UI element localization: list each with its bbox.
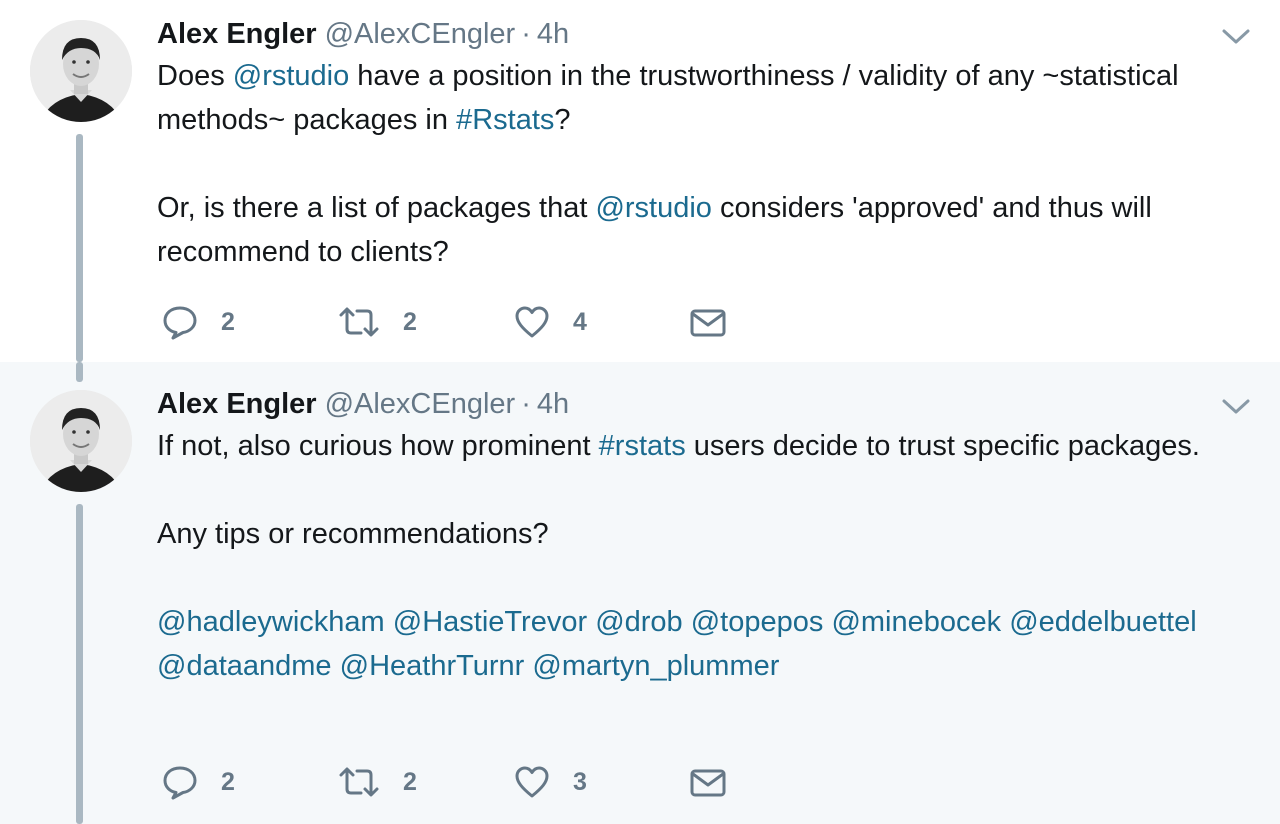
envelope-icon (689, 303, 727, 341)
reply-button[interactable]: 2 (161, 762, 337, 802)
author-name[interactable]: Alex Engler (157, 18, 317, 51)
tweet-paragraph: Does @rstudio have a position in the tru… (157, 54, 1252, 142)
tweet-paragraph: Any tips or recommendations? (157, 512, 1252, 556)
mention-link[interactable]: @drob (595, 606, 682, 638)
author-name[interactable]: Alex Engler (157, 388, 317, 421)
direct-message-button[interactable] (689, 302, 865, 342)
tweet-text: If not, also curious how prominent #rsta… (157, 424, 1252, 688)
heart-icon (513, 303, 551, 341)
retweet-count: 2 (403, 307, 417, 336)
envelope-icon (689, 763, 727, 801)
heart-icon (513, 763, 551, 801)
text-segment: users decide to trust specific packages. (685, 430, 1200, 462)
mention-link[interactable]: @minebocek (831, 606, 1001, 638)
hashtag-link[interactable]: #rstats (599, 430, 686, 462)
text-segment (385, 606, 393, 638)
tweet-text: Does @rstudio have a position in the tru… (157, 54, 1252, 274)
mention-link[interactable]: @HeathrTurnr (340, 650, 525, 682)
text-segment: If not, also curious how prominent (157, 430, 599, 462)
author-handle[interactable]: @AlexCEngler (325, 388, 516, 421)
tweet-paragraph: @hadleywickham @HastieTrevor @drob @tope… (157, 600, 1252, 688)
text-segment (332, 650, 340, 682)
tweet-paragraph: Or, is there a list of packages that @rs… (157, 186, 1252, 274)
author-handle[interactable]: @AlexCEngler (325, 18, 516, 51)
text-segment: Or, is there a list of packages that (157, 192, 596, 224)
direct-message-button[interactable] (689, 762, 865, 802)
tweet-paragraph: If not, also curious how prominent #rsta… (157, 424, 1252, 468)
retweet-icon (337, 763, 381, 801)
hashtag-link[interactable]: #Rstats (456, 104, 554, 136)
thread-connector (76, 134, 83, 362)
like-count: 3 (573, 767, 587, 796)
tweet[interactable]: Alex Engler @AlexCEngler · 4h Does @rstu… (0, 0, 1280, 362)
tweet[interactable]: Alex Engler @AlexCEngler · 4h If not, al… (0, 362, 1280, 824)
like-button[interactable]: 4 (513, 302, 689, 342)
text-segment: Does (157, 60, 233, 92)
mention-link[interactable]: @HastieTrevor (393, 606, 587, 638)
avatar[interactable] (30, 390, 132, 492)
like-count: 4 (573, 307, 587, 336)
text-segment (1001, 606, 1009, 638)
separator-dot: · (521, 387, 531, 420)
chevron-down-icon[interactable] (1220, 394, 1252, 418)
text-segment: ? (554, 104, 571, 136)
thread-connector (76, 362, 83, 382)
chevron-down-icon[interactable] (1220, 24, 1252, 48)
mention-link[interactable]: @dataandme (157, 650, 332, 682)
reply-count: 2 (221, 767, 235, 796)
mention-link[interactable]: @martyn_plummer (532, 650, 779, 682)
separator-dot: · (521, 17, 531, 50)
avatar[interactable] (30, 20, 132, 122)
retweet-button[interactable]: 2 (337, 762, 513, 802)
reply-button[interactable]: 2 (161, 302, 337, 342)
retweet-icon (337, 303, 381, 341)
retweet-count: 2 (403, 767, 417, 796)
tweet-actions: 2 2 4 (161, 302, 865, 342)
mention-link[interactable]: @hadleywickham (157, 606, 385, 638)
timestamp[interactable]: 4h (537, 18, 569, 51)
text-segment: Any tips or recommendations? (157, 518, 549, 550)
text-segment (587, 606, 595, 638)
like-button[interactable]: 3 (513, 762, 689, 802)
reply-count: 2 (221, 307, 235, 336)
thread-connector (76, 504, 83, 824)
timestamp[interactable]: 4h (537, 388, 569, 421)
mention-link[interactable]: @eddelbuettel (1009, 606, 1196, 638)
retweet-button[interactable]: 2 (337, 302, 513, 342)
reply-icon (161, 763, 199, 801)
mention-link[interactable]: @rstudio (233, 60, 349, 92)
mention-link[interactable]: @topepos (691, 606, 824, 638)
text-segment (683, 606, 691, 638)
mention-link[interactable]: @rstudio (595, 192, 711, 224)
reply-icon (161, 303, 199, 341)
tweet-actions: 2 2 3 (161, 762, 865, 802)
